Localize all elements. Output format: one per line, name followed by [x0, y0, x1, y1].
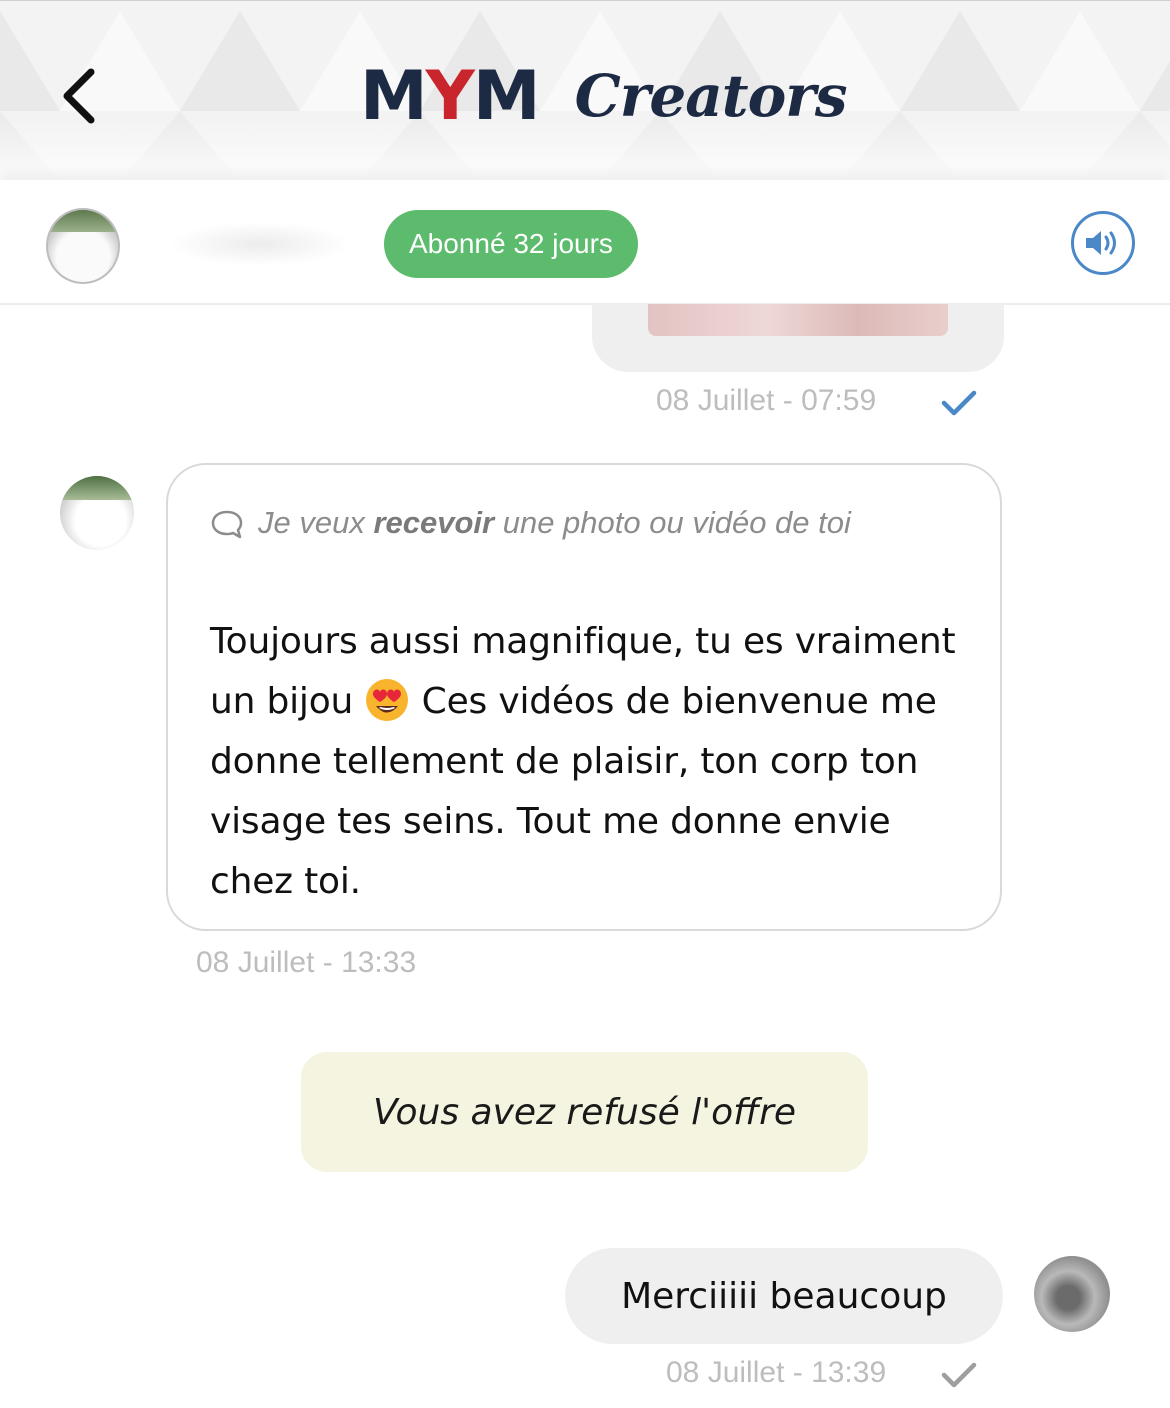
fan-avatar[interactable] — [60, 476, 134, 550]
fan-request-line: Je veux recevoir une photo ou vidéo de t… — [210, 493, 970, 553]
back-button[interactable] — [44, 59, 114, 133]
media-thumbnail[interactable] — [648, 304, 948, 336]
sent-check-icon — [941, 1362, 977, 1388]
chevron-left-icon — [63, 68, 95, 124]
sound-toggle-button[interactable] — [1071, 211, 1135, 275]
message-timestamp: 08 Juillet - 13:39 — [666, 1356, 887, 1389]
message-timestamp: 08 Juillet - 13:33 — [196, 946, 417, 979]
fan-message-text: Toujours aussi magnifique, tu es vraimen… — [210, 621, 956, 902]
logo-mym: MYM — [360, 56, 541, 136]
app-header: MYM Creators — [0, 0, 1170, 181]
message-timestamp: 08 Juillet - 07:59 — [656, 384, 877, 417]
fan-message-card: Je veux recevoir une photo ou vidéo de t… — [166, 463, 1002, 931]
speech-bubble-icon — [211, 510, 243, 539]
contact-name-blurred[interactable] — [170, 222, 350, 266]
subscription-badge: Abonné 32 jours — [384, 210, 638, 278]
contact-avatar[interactable] — [46, 208, 120, 284]
heart-eyes-emoji — [366, 679, 409, 721]
conversation-header: Abonné 32 jours — [0, 180, 1170, 305]
media-message-bubble[interactable] — [592, 304, 1004, 372]
read-check-icon — [941, 390, 977, 416]
mym-creators-logo: MYM Creators — [360, 51, 848, 141]
speaker-icon — [1086, 231, 1116, 255]
offer-refused-notice: Vous avez refusé l'offre — [301, 1052, 868, 1172]
creator-avatar[interactable] — [1034, 1256, 1110, 1332]
logo-creators: Creators — [574, 62, 848, 130]
creator-reply-bubble[interactable]: Merciiiii beaucoup — [565, 1248, 1003, 1344]
